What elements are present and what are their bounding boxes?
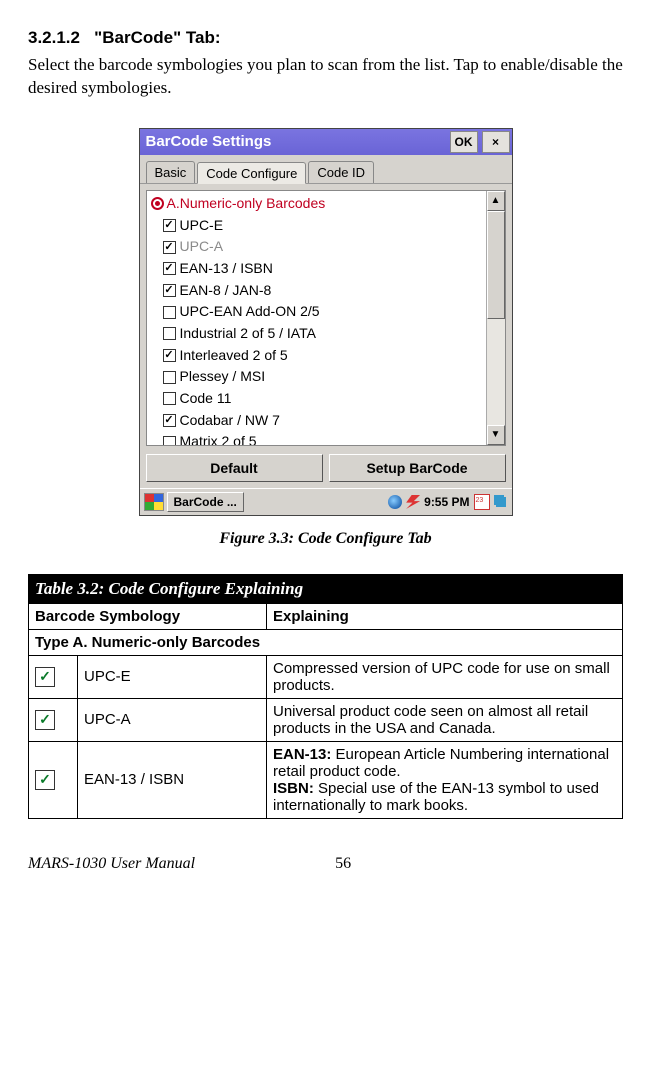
table-header-explaining: Explaining <box>267 603 623 629</box>
checkbox-icon <box>35 770 55 790</box>
section-heading: 3.2.1.2 "BarCode" Tab: <box>28 28 623 48</box>
symbology-name: UPC-E <box>78 655 267 698</box>
checkbox-icon[interactable] <box>163 327 176 340</box>
list-item[interactable]: Matrix 2 of 5 <box>151 431 486 444</box>
ok-button[interactable]: OK <box>450 131 478 153</box>
symbology-name: UPC-A <box>78 698 267 741</box>
list-item[interactable]: Interleaved 2 of 5 <box>151 345 486 367</box>
symbology-explain: EAN-13: European Article Numbering inter… <box>267 741 623 818</box>
group-numeric-only: A.Numeric-only Barcodes <box>151 193 486 215</box>
table-row: UPC-A Universal product code seen on alm… <box>29 698 623 741</box>
symbology-explain: Universal product code seen on almost al… <box>267 698 623 741</box>
footer-manual: MARS-1030 User Manual <box>28 855 195 873</box>
symbology-explain: Compressed version of UPC code for use o… <box>267 655 623 698</box>
group-label: A.Numeric-only Barcodes <box>167 193 326 215</box>
table-row: EAN-13 / ISBN EAN-13: European Article N… <box>29 741 623 818</box>
bullet-icon <box>151 197 164 210</box>
checkbox-icon[interactable] <box>163 262 176 275</box>
window-titlebar: BarCode Settings OK × <box>140 129 512 155</box>
checkbox-icon[interactable] <box>163 284 176 297</box>
list-item[interactable]: EAN-8 / JAN-8 <box>151 280 486 302</box>
setup-barcode-button[interactable]: Setup BarCode <box>329 454 506 482</box>
footer-page-number: 56 <box>335 855 351 873</box>
calendar-icon[interactable] <box>474 494 490 510</box>
list-item[interactable]: UPC-E <box>151 215 486 237</box>
checkbox-icon[interactable] <box>163 371 176 384</box>
list-item[interactable]: UPC-EAN Add-ON 2/5 <box>151 301 486 323</box>
table-header-symbology: Barcode Symbology <box>29 603 267 629</box>
taskbar-app[interactable]: BarCode ... <box>167 492 244 512</box>
scrollbar[interactable]: ▲ ▼ <box>486 191 505 445</box>
tab-code-configure[interactable]: Code Configure <box>197 162 306 184</box>
default-button[interactable]: Default <box>146 454 323 482</box>
symbology-name: EAN-13 / ISBN <box>78 741 267 818</box>
checkbox-icon[interactable] <box>163 436 176 445</box>
section-body: Select the barcode symbologies you plan … <box>28 54 623 100</box>
explain-table: Table 3.2: Code Configure Explaining Bar… <box>28 574 623 819</box>
checkbox-icon[interactable] <box>163 349 176 362</box>
window-title: BarCode Settings <box>146 133 272 150</box>
list-item[interactable]: Codabar / NW 7 <box>151 410 486 432</box>
table-title: Table 3.2: Code Configure Explaining <box>29 574 623 603</box>
checkbox-icon[interactable] <box>163 392 176 405</box>
start-icon[interactable] <box>144 493 164 511</box>
list-item[interactable]: UPC-A <box>151 236 486 258</box>
checkbox-icon[interactable] <box>163 306 176 319</box>
tabs-row: Basic Code Configure Code ID <box>140 155 512 184</box>
screenshot-container: BarCode Settings OK × Basic Code Configu… <box>28 128 623 516</box>
figure-caption: Figure 3.3: Code Configure Tab <box>28 530 623 548</box>
network-icon[interactable] <box>388 495 402 509</box>
desktop-icon[interactable] <box>494 495 508 509</box>
checkbox-icon[interactable] <box>163 414 176 427</box>
scroll-up-icon[interactable]: ▲ <box>487 191 505 211</box>
list-item[interactable]: Code 11 <box>151 388 486 410</box>
checkbox-icon <box>35 710 55 730</box>
barcode-settings-window: BarCode Settings OK × Basic Code Configu… <box>139 128 513 516</box>
scroll-track[interactable] <box>487 319 505 425</box>
table-row: UPC-E Compressed version of UPC code for… <box>29 655 623 698</box>
taskbar-clock[interactable]: 9:55 PM <box>424 495 469 509</box>
close-button[interactable]: × <box>482 131 510 153</box>
list-item[interactable]: Plessey / MSI <box>151 366 486 388</box>
page-footer: MARS-1030 User Manual 56 <box>28 855 623 873</box>
section-number: 3.2.1.2 <box>28 28 80 47</box>
tab-code-id[interactable]: Code ID <box>308 161 374 183</box>
symbology-list: A.Numeric-only Barcodes UPC-E UPC-A EAN-… <box>146 190 506 446</box>
list-item[interactable]: Industrial 2 of 5 / IATA <box>151 323 486 345</box>
scroll-thumb[interactable] <box>487 211 505 319</box>
scroll-down-icon[interactable]: ▼ <box>487 425 505 445</box>
list-item[interactable]: EAN-13 / ISBN <box>151 258 486 280</box>
checkbox-icon <box>35 667 55 687</box>
checkbox-icon[interactable] <box>163 219 176 232</box>
tab-basic[interactable]: Basic <box>146 161 196 183</box>
checkbox-icon[interactable] <box>163 241 176 254</box>
bottom-button-row: Default Setup BarCode <box>140 450 512 488</box>
taskbar: BarCode ... 9:55 PM <box>140 488 512 515</box>
alert-icon[interactable] <box>406 495 420 509</box>
table-type-row: Type A. Numeric-only Barcodes <box>29 629 623 655</box>
section-title: "BarCode" Tab: <box>94 28 220 47</box>
